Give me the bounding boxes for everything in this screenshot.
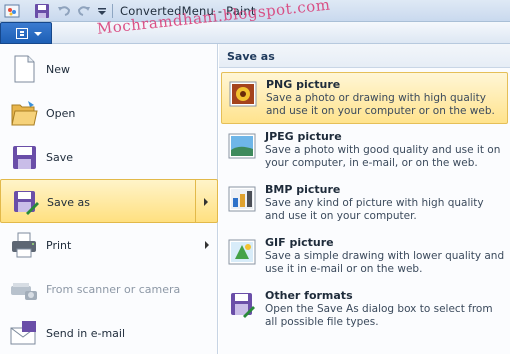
submenu-item-other-formats[interactable]: Other formats Open the Save As dialog bo…	[221, 284, 508, 336]
submenu-item-gif[interactable]: GIF picture Save a simple drawing with l…	[221, 231, 508, 283]
email-icon	[9, 318, 39, 348]
menu-item-label: New	[46, 63, 70, 76]
menu-item-label: Print	[46, 239, 72, 252]
undo-icon[interactable]	[56, 3, 72, 19]
submenu-item-title: Other formats	[265, 289, 353, 302]
redo-icon[interactable]	[76, 3, 92, 19]
submenu-item-description: Save a simple drawing with lower quality…	[265, 250, 505, 275]
menu-item-from-scanner: From scanner or camera	[0, 267, 218, 311]
save-as-icon	[10, 187, 40, 217]
submenu-item-description: Open the Save As dialog box to select fr…	[265, 303, 493, 328]
save-icon	[9, 142, 39, 172]
menu-item-label: Open	[46, 107, 76, 120]
submenu-item-title: PNG picture	[266, 78, 341, 91]
submenu-item-title: JPEG picture	[265, 130, 342, 143]
menu-item-open[interactable]: Open	[0, 91, 218, 135]
submenu-title: Save as	[227, 50, 275, 63]
submenu-item-title: BMP picture	[265, 183, 341, 196]
open-folder-icon	[9, 98, 39, 128]
save-as-submenu: Save as PNG picture Save a photo or draw…	[219, 44, 510, 354]
menu-item-print[interactable]: Print	[0, 223, 218, 267]
menu-item-new[interactable]: New	[0, 47, 218, 91]
menu-item-save-as[interactable]: Save as	[0, 179, 218, 223]
submenu-item-description: Save any kind of picture with high quali…	[265, 197, 484, 222]
submenu-toggle[interactable]	[195, 180, 217, 222]
chevron-right-icon	[204, 198, 208, 206]
app-menu: New Open Save Save as Print From scanner…	[0, 44, 218, 354]
customize-quick-access-icon[interactable]	[96, 3, 112, 19]
paint-menu-button[interactable]	[0, 22, 52, 44]
submenu-item-description: Save a photo or drawing with high qualit…	[266, 92, 495, 117]
submenu-header: Save as	[219, 44, 510, 68]
print-icon	[9, 230, 39, 260]
menu-item-send-email[interactable]: Send in e-mail	[0, 311, 218, 354]
save-icon[interactable]	[34, 3, 50, 19]
bmp-picture-icon	[227, 184, 257, 214]
scanner-icon	[9, 274, 39, 304]
png-picture-icon	[228, 79, 258, 109]
submenu-item-bmp[interactable]: BMP picture Save any kind of picture wit…	[221, 178, 508, 230]
submenu-item-jpeg[interactable]: JPEG picture Save a photo with good qual…	[221, 125, 508, 177]
ribbon-tab-strip	[0, 22, 510, 44]
paint-app-icon[interactable]	[4, 3, 20, 19]
new-document-icon	[9, 54, 39, 84]
gif-picture-icon	[227, 237, 257, 267]
submenu-item-png[interactable]: PNG picture Save a photo or drawing with…	[221, 72, 508, 124]
chevron-right-icon	[205, 241, 209, 249]
menu-item-label: Save as	[47, 196, 90, 209]
chevron-down-icon	[34, 32, 42, 36]
title-separator	[112, 4, 113, 18]
menu-item-save[interactable]: Save	[0, 135, 218, 179]
submenu-item-title: GIF picture	[265, 236, 334, 249]
menu-item-label: Send in e-mail	[46, 327, 126, 340]
jpeg-picture-icon	[227, 131, 257, 161]
menu-item-label: From scanner or camera	[46, 283, 181, 296]
menu-icon	[16, 28, 28, 39]
menu-item-label: Save	[46, 151, 74, 164]
other-formats-icon	[227, 290, 257, 320]
submenu-item-description: Save a photo with good quality and use i…	[265, 144, 501, 169]
